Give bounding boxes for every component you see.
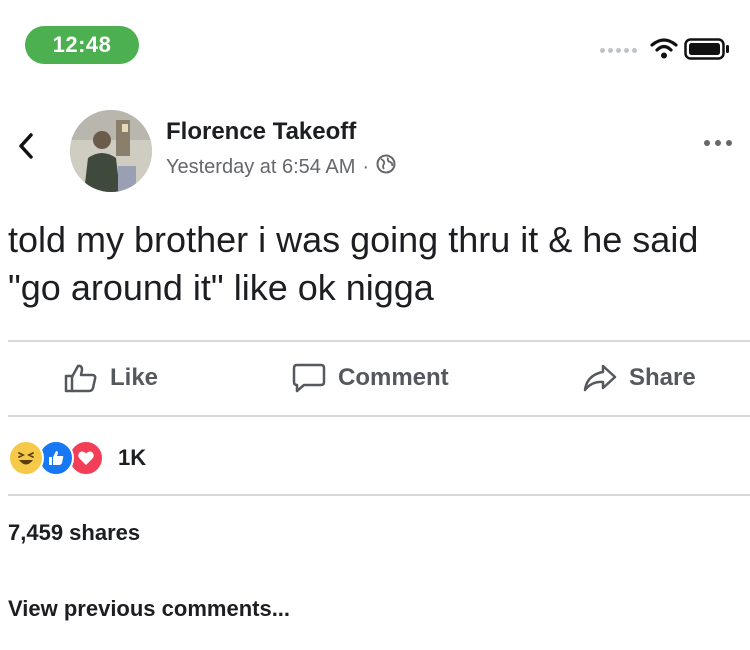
- author-name[interactable]: Florence Takeoff: [166, 118, 356, 146]
- status-time: 12:48: [25, 26, 139, 64]
- post-actions: Like Comment Share: [0, 345, 750, 415]
- divider: [8, 340, 750, 342]
- post-text: told my brother i was going thru it & he…: [8, 219, 699, 308]
- reactions-summary[interactable]: 1K: [8, 438, 146, 478]
- divider: [8, 415, 750, 417]
- thumbs-up-icon: [64, 364, 97, 393]
- reaction-count: 1K: [118, 445, 147, 470]
- comment-button[interactable]: Comment: [292, 363, 449, 393]
- chevron-left-icon: [19, 133, 33, 159]
- back-button[interactable]: [12, 128, 40, 164]
- post-timestamp[interactable]: Yesterday at 6:54 AM: [166, 156, 355, 179]
- share-icon: [583, 364, 617, 392]
- wifi-icon: [650, 37, 678, 64]
- share-label: Share: [629, 364, 696, 391]
- signal-dots-icon: [600, 48, 637, 53]
- share-count[interactable]: 7,459 shares: [8, 520, 140, 546]
- post-meta: Yesterday at 6:54 AM ·: [166, 154, 396, 180]
- like-button[interactable]: Like: [64, 363, 158, 393]
- comment-label: Comment: [338, 364, 449, 391]
- avatar[interactable]: [70, 110, 152, 192]
- more-options-button[interactable]: [704, 140, 732, 146]
- like-label: Like: [110, 364, 159, 391]
- divider: [8, 494, 750, 496]
- more-dots-icon: [704, 140, 710, 146]
- globe-icon: [376, 154, 396, 180]
- post-header: Florence Takeoff Yesterday at 6:54 AM ·: [0, 100, 750, 192]
- comment-icon: [292, 363, 326, 393]
- haha-reaction-icon: [8, 440, 44, 476]
- share-button[interactable]: Share: [583, 363, 696, 393]
- meta-separator: ·: [362, 155, 370, 178]
- status-bar: 12:48: [0, 0, 750, 70]
- battery-icon: [684, 38, 730, 65]
- view-previous-comments-link[interactable]: View previous comments...: [8, 596, 290, 622]
